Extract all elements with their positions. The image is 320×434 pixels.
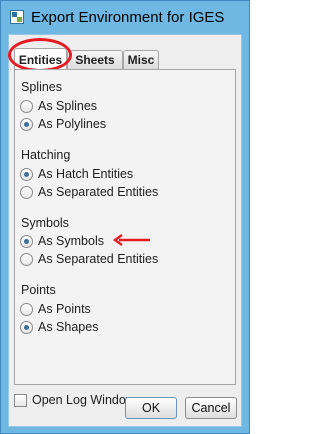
open-log-window-label: Open Log Window: [32, 393, 135, 407]
tab-entities[interactable]: Entities: [14, 48, 67, 70]
radio-label: As Polylines: [38, 117, 107, 131]
radio-button[interactable]: [20, 321, 33, 334]
radio-button[interactable]: [20, 118, 33, 131]
radio-button[interactable]: [20, 253, 33, 266]
cancel-button[interactable]: Cancel: [185, 397, 237, 419]
entities-panel: Splines As Splines As Polylines Hatching…: [14, 69, 236, 385]
tab-misc[interactable]: Misc: [123, 50, 159, 69]
radio-button[interactable]: [20, 235, 33, 248]
radio-label: As Separated Entities: [38, 252, 159, 266]
radio-label: As Points: [38, 302, 91, 316]
group-label-symbols: Symbols: [21, 216, 69, 230]
dialog-body: Entities Sheets Misc Splines As Splines …: [8, 34, 242, 427]
radio-label: As Shapes: [38, 320, 99, 334]
open-log-window-checkbox[interactable]: [14, 394, 27, 407]
radio-label: As Splines: [38, 99, 98, 113]
red-arrow-icon: [113, 234, 150, 246]
radio-button[interactable]: [20, 168, 33, 181]
title-bar[interactable]: Export Environment for IGES: [1, 1, 249, 33]
ok-button[interactable]: OK: [125, 397, 177, 419]
group-label-splines: Splines: [21, 80, 62, 94]
window-title: Export Environment for IGES: [31, 9, 225, 26]
group-label-hatching: Hatching: [21, 148, 71, 162]
radio-button[interactable]: [20, 303, 33, 316]
radio-label: As Separated Entities: [38, 185, 159, 199]
app-icon: [10, 10, 24, 24]
tab-sheets[interactable]: Sheets: [67, 50, 123, 69]
export-dialog-window: Export Environment for IGES Entities She…: [0, 0, 250, 434]
radio-button[interactable]: [20, 100, 33, 113]
radio-button[interactable]: [20, 186, 33, 199]
radio-label: As Symbols: [38, 234, 104, 248]
radio-label: As Hatch Entities: [38, 167, 134, 181]
group-label-points: Points: [21, 283, 56, 297]
